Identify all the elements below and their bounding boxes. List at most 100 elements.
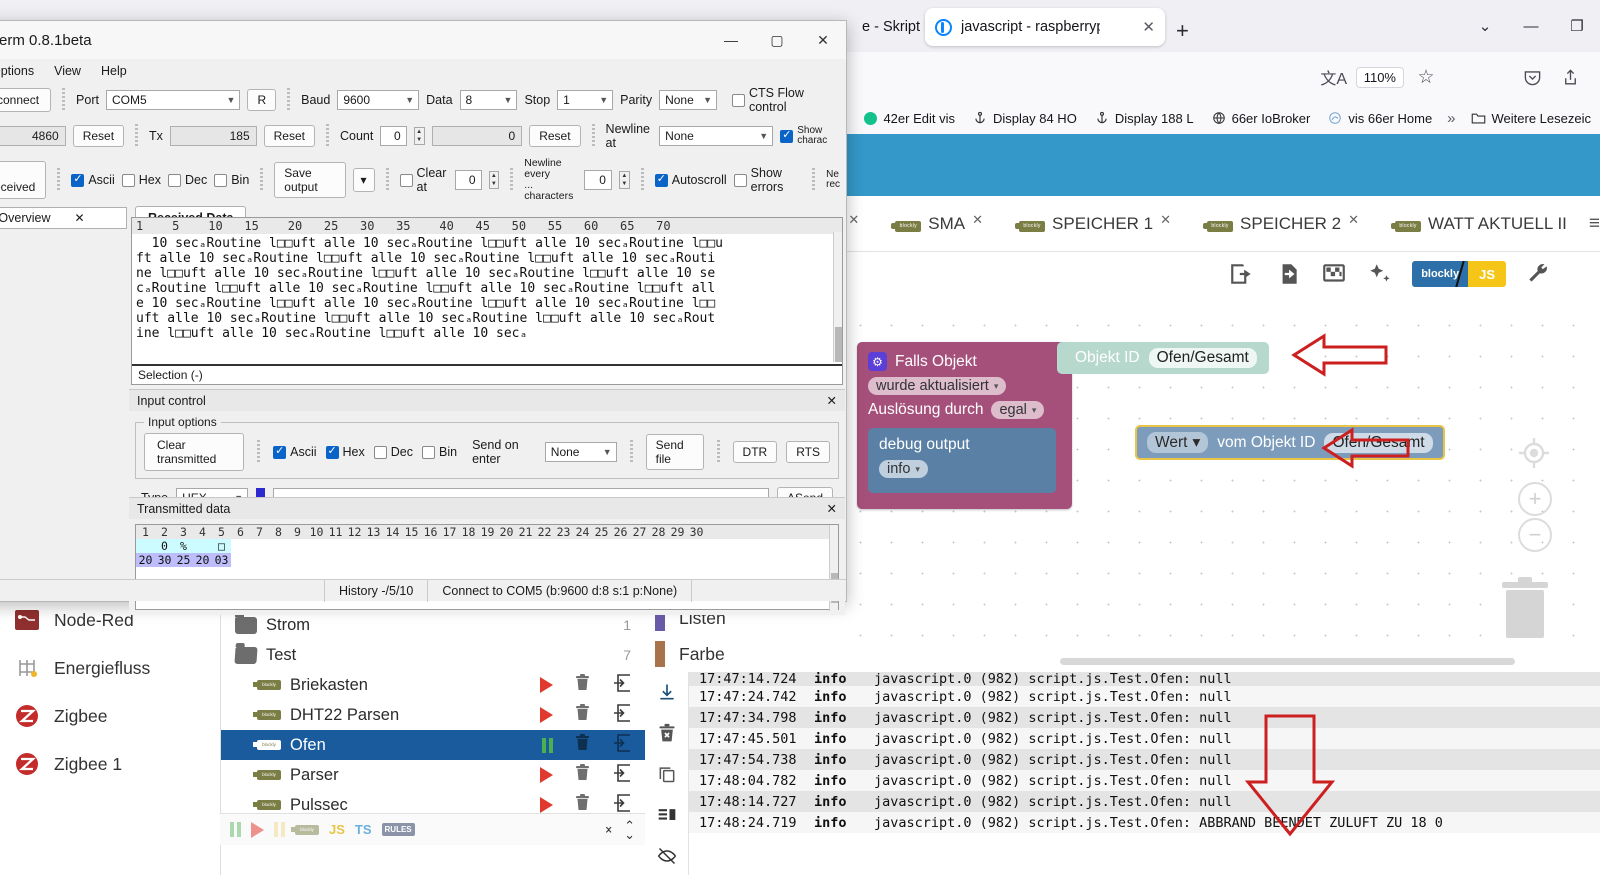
- received-data-panel[interactable]: 1 5 10 15 20 25 30 35 40 45 50 55 60 65 …: [131, 217, 843, 385]
- transmitted-close-icon[interactable]: ✕: [827, 501, 837, 516]
- bookmark-item-3[interactable]: Display 188 L: [1086, 111, 1203, 126]
- tree-row-ofen[interactable]: blockly Ofen: [221, 730, 645, 760]
- block-object-id[interactable]: Objekt ID Ofen/Gesamt: [1057, 342, 1269, 374]
- canvas-recenter-button[interactable]: [1516, 435, 1552, 476]
- port-select[interactable]: COM5▼: [106, 90, 240, 110]
- tree-expand-icon[interactable]: ⌃ ⌄: [624, 821, 635, 839]
- canvas-zoom-in-button[interactable]: +: [1518, 482, 1552, 516]
- hterm-minimize-button[interactable]: —: [708, 21, 754, 59]
- input-bin-checkbox[interactable]: Bin: [422, 445, 457, 459]
- run-script-icon[interactable]: [540, 767, 553, 783]
- delete-script-icon[interactable]: [575, 704, 590, 726]
- filter-ts-icon[interactable]: TS: [355, 822, 372, 837]
- newline-at-select[interactable]: None▼: [659, 126, 773, 146]
- clear-log-icon[interactable]: [657, 723, 677, 748]
- left-menu-item-energiefluss[interactable]: Energiefluss: [0, 644, 220, 692]
- tree-row-test[interactable]: Test 7: [221, 640, 645, 670]
- left-menu-item-zigbee[interactable]: Zigbee: [0, 692, 220, 740]
- restore-button[interactable]: ❐: [1554, 17, 1600, 35]
- canvas-trash-icon[interactable]: [1494, 570, 1556, 642]
- received-scrollbar[interactable]: [833, 232, 842, 362]
- canvas-horizontal-scrollbar[interactable]: [1060, 658, 1515, 665]
- bookmark-folder-more[interactable]: Weitere Lesezeic: [1462, 111, 1600, 126]
- move-script-icon[interactable]: [612, 734, 631, 757]
- log-rows[interactable]: 17:47:14.724 info javascript.0 (982) scr…: [689, 672, 1600, 875]
- save-output-button[interactable]: Save output: [274, 162, 345, 198]
- zoom-level-badge[interactable]: 110%: [1356, 67, 1404, 88]
- newline-every-spinner[interactable]: ▲▼: [619, 171, 630, 189]
- checkered-flag-icon[interactable]: [1320, 260, 1348, 288]
- block-on-object-update[interactable]: ⚙ Falls Objekt wurde aktualisiert ▾ Ausl…: [857, 342, 1072, 509]
- device-overview-tab[interactable]: e Overview ✕: [0, 207, 127, 229]
- run-all-icon[interactable]: [251, 822, 264, 838]
- delete-script-icon[interactable]: [575, 764, 590, 786]
- blockly-js-toggle[interactable]: blockly JS: [1412, 261, 1506, 287]
- share-icon[interactable]: [1554, 61, 1586, 93]
- filter-js-icon[interactable]: JS: [329, 822, 345, 837]
- script-tab-close-icon[interactable]: ✕: [848, 212, 859, 228]
- run-script-icon[interactable]: [540, 677, 553, 693]
- translate-icon[interactable]: 文A: [1318, 61, 1350, 93]
- rts-button[interactable]: RTS: [786, 441, 830, 463]
- export-blocks-icon[interactable]: [1228, 260, 1256, 288]
- delete-script-icon[interactable]: [575, 674, 590, 696]
- new-tab-button[interactable]: +: [1176, 18, 1189, 44]
- send-on-enter-select[interactable]: None▼: [545, 442, 617, 462]
- copy-log-icon[interactable]: [657, 764, 677, 789]
- trigger-dropdown[interactable]: wurde aktualisiert ▾: [868, 377, 1006, 395]
- rx-reset-button[interactable]: Reset: [73, 125, 124, 147]
- block-get-value[interactable]: Wert ▾ vom Objekt ID Ofen/Gesamt: [1135, 425, 1445, 460]
- tree-collapse-icon[interactable]: ⌄ ⌃: [603, 821, 614, 839]
- clear-at-spinner[interactable]: ▲▼: [489, 171, 500, 189]
- menu-help[interactable]: Help: [101, 64, 127, 78]
- script-tab-close-icon[interactable]: ✕: [972, 212, 983, 228]
- bookmark-item-5[interactable]: vis 66er Home: [1319, 111, 1441, 126]
- move-script-icon[interactable]: [612, 704, 631, 727]
- script-tab-speicher-2[interactable]: blockly SPEICHER 2 ✕: [1189, 214, 1377, 234]
- rescan-ports-button[interactable]: R: [247, 89, 276, 111]
- debug-level-dropdown[interactable]: info ▾: [879, 460, 928, 478]
- tx-reset-button[interactable]: Reset: [264, 125, 315, 147]
- show-errors-checkbox[interactable]: Show errors: [734, 166, 801, 194]
- download-log-icon[interactable]: [657, 682, 677, 707]
- send-file-button[interactable]: Send file: [646, 434, 704, 470]
- disconnect-button[interactable]: sconnect: [0, 88, 51, 112]
- pocket-icon[interactable]: [1516, 61, 1548, 93]
- baud-select[interactable]: 9600▼: [337, 90, 419, 110]
- run-script-icon[interactable]: [540, 707, 553, 723]
- count-reset-button[interactable]: Reset: [529, 125, 580, 147]
- tree-row-dht22-parsen[interactable]: blockly DHT22 Parsen: [221, 700, 645, 730]
- fmt-bin-checkbox[interactable]: Bin: [214, 173, 249, 187]
- input-dec-checkbox[interactable]: Dec: [374, 445, 413, 459]
- hide-log-icon[interactable]: [657, 846, 677, 871]
- clear-received-button[interactable]: r received: [0, 161, 46, 199]
- bookmark-star-icon[interactable]: ☆: [1410, 61, 1442, 93]
- canvas-zoom-out-button[interactable]: −: [1518, 518, 1552, 552]
- script-tab-close-icon[interactable]: ✕: [1160, 212, 1171, 228]
- hterm-maximize-button[interactable]: ▢: [754, 21, 800, 59]
- newline-every-input[interactable]: 0: [584, 170, 612, 190]
- count-spinner[interactable]: ▲▼: [414, 127, 425, 145]
- input-hex-checkbox[interactable]: Hex: [326, 445, 365, 459]
- source-dropdown[interactable]: egal ▾: [991, 401, 1044, 419]
- filter-paused-icon[interactable]: [274, 822, 285, 837]
- autoscroll-checkbox[interactable]: Autoscroll: [655, 173, 727, 187]
- tree-row-parser[interactable]: blockly Parser: [221, 760, 645, 790]
- delete-script-icon[interactable]: [575, 734, 590, 756]
- move-script-icon[interactable]: [612, 674, 631, 697]
- stop-bits-select[interactable]: 1▼: [557, 90, 613, 110]
- input-control-close-icon[interactable]: ✕: [827, 393, 837, 408]
- script-tab-sma[interactable]: blockly SMA ✕: [877, 214, 1001, 234]
- bookmark-item-4[interactable]: 66er IoBroker: [1203, 111, 1320, 126]
- fmt-ascii-checkbox[interactable]: Ascii: [71, 173, 114, 187]
- palette-item-farbe[interactable]: Farbe: [645, 636, 805, 672]
- menu-view[interactable]: View: [54, 64, 81, 78]
- import-blocks-icon[interactable]: [1274, 260, 1302, 288]
- left-menu-item-zigbee-1[interactable]: Zigbee 1: [0, 740, 220, 788]
- parity-select[interactable]: None▼: [659, 90, 717, 110]
- script-tab-watt-aktuell[interactable]: blockly WATT AKTUELL II: [1377, 214, 1585, 234]
- overview-tab-close-icon[interactable]: ✕: [75, 211, 85, 225]
- input-ascii-checkbox[interactable]: Ascii: [273, 445, 316, 459]
- gear-icon[interactable]: ⚙: [868, 352, 887, 371]
- minimize-button[interactable]: —: [1508, 18, 1554, 35]
